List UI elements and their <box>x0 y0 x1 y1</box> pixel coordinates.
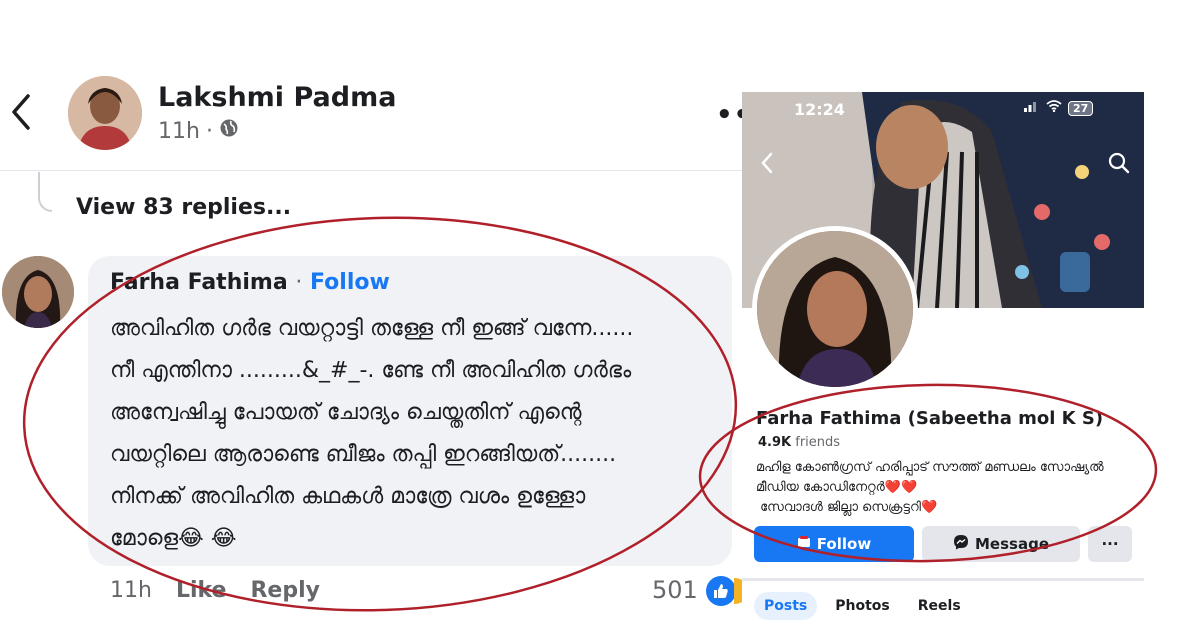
back-arrow-icon[interactable] <box>8 92 36 132</box>
reaction-count[interactable]: 501 <box>652 576 698 604</box>
comment-text: അവിഹിത ഗർഭ വയറ്റാട്ടി തള്ളേ നീ ഇങ്ങ് വന്… <box>110 308 720 560</box>
divider <box>0 170 742 171</box>
post-author-name[interactable]: Lakshmi Padma <box>158 82 396 113</box>
tab-posts[interactable]: Posts <box>754 592 818 620</box>
thread-connector <box>38 172 52 212</box>
chevron-left-icon[interactable] <box>760 152 774 178</box>
follow-button[interactable]: Follow <box>754 526 914 562</box>
messenger-icon <box>953 534 969 554</box>
comment-line: നീ എന്തിനാ .........&_#_-. ണ്ടേ നീ അവിഹി… <box>110 358 632 383</box>
follow-button-label: Follow <box>816 535 872 553</box>
comment-line: മോളെ😂 😂 <box>110 526 237 551</box>
comment-line: വയറ്റിലെ ആരാണ്ടെ ബീജം തപ്പി ഇറങ്ങിയത്...… <box>110 442 617 467</box>
heart-icon: ❤️❤️ <box>884 480 918 495</box>
message-button[interactable]: Message <box>922 526 1080 562</box>
reply-button[interactable]: Reply <box>250 578 320 603</box>
like-button[interactable]: Like <box>176 578 227 603</box>
profile-picture[interactable] <box>752 226 918 392</box>
comment-actions: 11h Like Reply <box>110 578 320 603</box>
more-options-button[interactable]: ··· <box>1088 526 1132 562</box>
comment-line: നിനക്ക് അവിഹിത കഥകൾ മാത്രേ വശം ഉള്ളോ <box>110 484 586 509</box>
post-author-avatar[interactable] <box>68 76 142 150</box>
battery-indicator: 27 <box>1068 100 1094 116</box>
bio-line-with-hearts: മീഡിയ കോഡിനേറ്റർ❤️❤️ <box>756 478 1136 498</box>
profile-bio: മഹിള കോൺഗ്രസ് ഹരിപ്പാട് സൗത്ത് മണ്ഡലം സോ… <box>756 458 1136 518</box>
status-bar-time: 12:24 <box>794 100 845 119</box>
screenshot-collage: Lakshmi Padma 11h · •• View 83 replies..… <box>0 0 1200 631</box>
wifi-icon <box>1046 100 1062 116</box>
follow-link[interactable]: Follow <box>310 270 390 295</box>
bio-line-with-heart: സേവാദൾ ജില്ലാ സെക്രട്ടറി❤️ <box>756 498 1136 518</box>
comment-line: അന്വേഷിച്ചു പോയത് ചോദ്യം ചെയ്തതിന് എന്റെ <box>110 400 582 425</box>
tab-reels[interactable]: Reels <box>908 592 971 620</box>
profile-screenshot: 12:24 27 Farha Fathima (Sabeetha mol K S… <box>742 92 1144 631</box>
bio-line: സേവാദൾ ജില്ലാ സെക്രട്ടറി <box>760 500 921 515</box>
meta-dot: · <box>205 118 213 144</box>
tab-photos[interactable]: Photos <box>825 592 900 620</box>
comment-time: 11h <box>110 578 152 603</box>
profile-name: Farha Fathima (Sabeetha mol K S) <box>756 408 1104 429</box>
view-replies-link[interactable]: View 83 replies... <box>76 195 291 220</box>
comment-author-avatar[interactable] <box>2 256 74 328</box>
follow-icon <box>797 535 811 553</box>
friends-label: friends <box>795 435 841 450</box>
friends-count[interactable]: 4.9K friends <box>758 435 840 450</box>
bio-line: മഹിള കോൺഗ്രസ് ഹരിപ്പാട് സൗത്ത് മണ്ഡലം സോ… <box>756 460 1104 475</box>
message-button-label: Message <box>975 535 1049 553</box>
heart-icon: ❤️ <box>920 500 938 515</box>
comment-header: Farha Fathima · Follow <box>110 270 390 295</box>
search-icon[interactable] <box>1108 152 1130 178</box>
post-meta: 11h · <box>158 118 239 144</box>
globe-icon <box>219 118 239 144</box>
bio-line: മീഡിയ കോഡിനേറ്റർ <box>756 480 885 495</box>
status-bar-icons: 27 <box>1024 100 1094 116</box>
comment-separator: · <box>295 270 303 295</box>
post-time: 11h <box>158 118 200 144</box>
like-reaction-icon <box>706 576 736 606</box>
friends-number: 4.9K <box>758 435 792 450</box>
profile-tabs: Posts Photos Reels <box>754 592 971 620</box>
comment-line: അവിഹിത ഗർഭ വയറ്റാട്ടി തള്ളേ നീ ഇങ്ങ് വന്… <box>110 316 634 341</box>
signal-icon <box>1024 100 1040 116</box>
tabs-divider <box>742 578 1144 581</box>
comment-author-name[interactable]: Farha Fathima <box>110 270 288 295</box>
